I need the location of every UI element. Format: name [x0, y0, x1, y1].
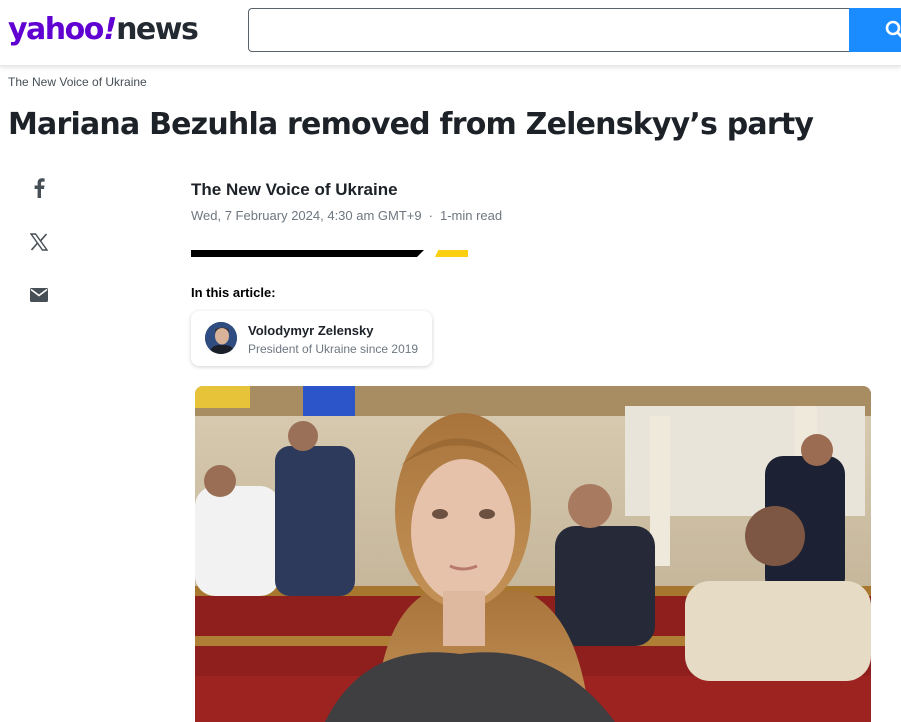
byline-provider[interactable]: The New Voice of Ukraine [191, 180, 398, 200]
site-header: yahoo!news [0, 0, 901, 66]
search-box [248, 8, 850, 52]
yahoo-news-logo[interactable]: yahoo!news [8, 10, 199, 50]
search-icon [885, 20, 901, 38]
logo-main-text: yahoo [8, 12, 104, 47]
search-input[interactable] [249, 9, 850, 51]
publish-date: Wed, 7 February 2024, 4:30 am GMT+9 [191, 208, 422, 223]
x-icon [30, 233, 48, 251]
in-this-article-label: In this article: [191, 285, 276, 300]
entity-name: Volodymyr Zelensky [248, 323, 374, 338]
entity-card[interactable]: Volodymyr Zelensky President of Ukraine … [191, 311, 432, 366]
byline-divider-accent [435, 250, 468, 257]
hero-photo-illustration [195, 386, 871, 722]
logo-section-text: news [116, 12, 199, 47]
byline-divider-dark [191, 250, 424, 257]
byline-separator: · [428, 208, 433, 223]
article-hero-photo[interactable] [195, 386, 871, 722]
entity-avatar [205, 322, 237, 354]
search-button[interactable] [849, 8, 901, 52]
share-x-button[interactable] [28, 231, 50, 253]
article-headline: Mariana Bezuhla removed from Zelenskyy’s… [8, 107, 814, 142]
provider-breadcrumb[interactable]: The New Voice of Ukraine [8, 75, 147, 89]
entity-role: President of Ukraine since 2019 [248, 342, 419, 356]
share-email-button[interactable] [28, 284, 50, 306]
share-facebook-button[interactable] [28, 177, 50, 199]
read-time: 1-min read [439, 208, 503, 223]
facebook-icon [34, 178, 45, 198]
email-icon [30, 288, 48, 302]
byline-meta: Wed, 7 February 2024, 4:30 am GMT+9 · 1-mi… [191, 208, 502, 223]
